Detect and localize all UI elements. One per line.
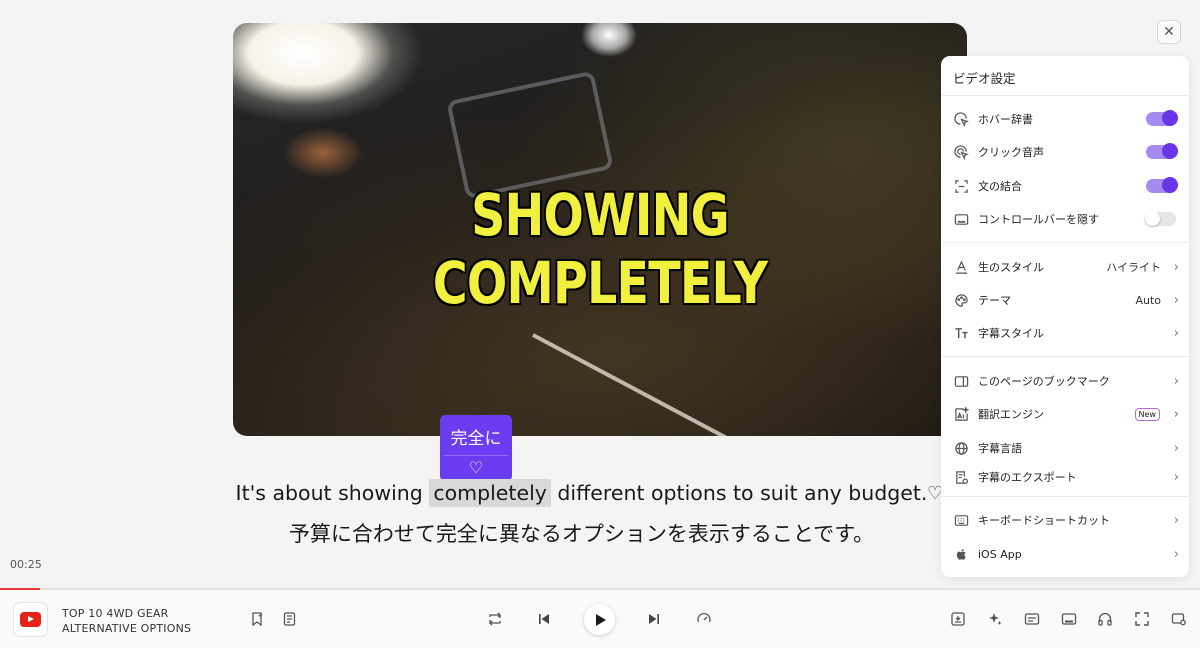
ai-translate-icon (953, 406, 969, 422)
play-button[interactable] (584, 604, 615, 635)
toggle-label: ホバー辞書 (978, 113, 1033, 126)
menu-row-subtitle-language[interactable]: 字幕言語 › (953, 436, 1179, 460)
toggle-label: 文の結合 (978, 180, 1022, 193)
chevron-right-icon: › (1173, 440, 1179, 456)
hover-cursor-icon (953, 111, 969, 127)
next-icon[interactable] (643, 608, 665, 630)
hide-bar-icon (953, 211, 969, 227)
rope (532, 333, 870, 436)
chevron-right-icon: › (1173, 406, 1179, 422)
close-icon: ✕ (1163, 24, 1175, 40)
control-bar: TOP 10 4WD GEAR ALTERNATIVE OPTIONS (0, 590, 1200, 648)
chevron-right-icon: › (1173, 292, 1179, 308)
chevron-right-icon: › (1173, 373, 1179, 389)
headphones-icon[interactable] (1094, 608, 1116, 630)
divider (941, 496, 1189, 497)
menu-row-keyboard-shortcuts[interactable]: キーボードショートカット › (953, 508, 1179, 532)
merge-sentences-icon (953, 178, 969, 194)
menu-label: 翻訳エンジン (978, 408, 1044, 421)
keyboard-icon (953, 512, 969, 528)
menu-value: ハイライト (1106, 261, 1161, 274)
playlist-icon[interactable] (279, 608, 301, 630)
speed-icon[interactable] (693, 608, 715, 630)
heart-icon[interactable]: ♡ (444, 455, 508, 480)
menu-label: 生のスタイル (978, 261, 1044, 274)
click-audio-icon (953, 144, 969, 160)
globe-icon (953, 440, 969, 456)
toggle-label: コントロールバーを隠す (978, 213, 1099, 226)
toggle-row-click-audio[interactable]: クリック音声 (953, 140, 1179, 164)
menu-label: 字幕スタイル (978, 327, 1044, 340)
menu-row-raw-style[interactable]: 生のスタイル ハイライト › (953, 255, 1179, 279)
subtitle-text[interactable]: It's about showing (236, 481, 430, 505)
menu-label: テーマ (978, 294, 1011, 307)
new-badge: New (1134, 407, 1160, 421)
menu-label: このページのブックマーク (978, 375, 1110, 388)
previous-icon[interactable] (533, 608, 555, 630)
subtitle-text[interactable]: different options to suit any budget. (551, 481, 927, 505)
divider (941, 356, 1189, 357)
menu-row-page-bookmarks[interactable]: このページのブックマーク › (953, 369, 1179, 393)
chevron-right-icon: › (1173, 259, 1179, 275)
youtube-logo-icon[interactable] (13, 602, 48, 637)
font-size-icon (953, 325, 969, 341)
video-player[interactable]: SHOWING COMPLETELY (233, 23, 967, 436)
menu-row-subtitle-export[interactable]: 字幕のエクスポート › (953, 465, 1179, 489)
menu-label: iOS App (978, 547, 1022, 561)
video-burned-caption: SHOWING COMPLETELY (432, 181, 768, 317)
fullscreen-icon[interactable] (1131, 608, 1153, 630)
click-audio-toggle[interactable] (1146, 143, 1178, 159)
menu-row-translation-engine[interactable]: 翻訳エンジン New › (953, 402, 1179, 426)
chevron-right-icon: › (1173, 546, 1179, 562)
divider (941, 95, 1189, 96)
menu-row-subtitle-style[interactable]: 字幕スタイル › (953, 321, 1179, 345)
apple-icon (953, 546, 969, 562)
text-style-icon (953, 259, 969, 275)
toggle-row-hover-dictionary[interactable]: ホバー辞書 (953, 107, 1179, 131)
close-button[interactable]: ✕ (1157, 20, 1181, 44)
menu-row-ios-app[interactable]: iOS App › (953, 542, 1179, 566)
export-icon (953, 469, 969, 485)
chevron-right-icon: › (1173, 512, 1179, 528)
chevron-right-icon: › (1173, 469, 1179, 485)
menu-label: 字幕言語 (978, 442, 1022, 455)
theater-mode-icon[interactable] (1058, 608, 1080, 630)
ai-sparkle-icon[interactable] (984, 608, 1006, 630)
screenshot-icon[interactable] (947, 608, 969, 630)
toggle-label: クリック音声 (978, 146, 1044, 159)
merge-sentences-toggle[interactable] (1146, 177, 1178, 193)
bookmark-panel-icon (953, 373, 969, 389)
subtitles-icon[interactable] (1021, 608, 1043, 630)
video-title: TOP 10 4WD GEAR ALTERNATIVE OPTIONS (62, 606, 191, 636)
popup-translation: 完全に (450, 429, 502, 449)
divider (941, 242, 1189, 243)
hover-dictionary-popup: 完全に ♡ (440, 415, 512, 481)
loop-icon[interactable] (484, 608, 506, 630)
video-settings-icon[interactable] (1168, 608, 1190, 630)
bookmark-icon[interactable] (246, 608, 268, 630)
menu-row-theme[interactable]: テーマ Auto › (953, 288, 1179, 312)
hover-dictionary-toggle[interactable] (1146, 110, 1178, 126)
menu-label: キーボードショートカット (978, 514, 1110, 527)
panel-title: ビデオ設定 (953, 71, 1016, 86)
menu-label: 字幕のエクスポート (978, 471, 1077, 484)
menu-value: Auto (1135, 293, 1161, 307)
video-title-line1: TOP 10 4WD GEAR (62, 607, 169, 620)
subtitle-highlight-word[interactable]: completely (429, 479, 551, 507)
video-settings-panel: ビデオ設定 ホバー辞書 クリック音声 文の結合 コントロールバーを隠す 生のスタ… (941, 56, 1189, 577)
toggle-row-merge-sentences[interactable]: 文の結合 (953, 174, 1179, 198)
toggle-row-hide-control-bar[interactable]: コントロールバーを隠す (953, 207, 1179, 231)
hide-control-bar-toggle[interactable] (1145, 211, 1176, 226)
video-title-line2: ALTERNATIVE OPTIONS (62, 622, 192, 635)
palette-icon (953, 292, 969, 308)
chevron-right-icon: › (1173, 325, 1179, 341)
current-time: 00:25 (10, 558, 42, 571)
